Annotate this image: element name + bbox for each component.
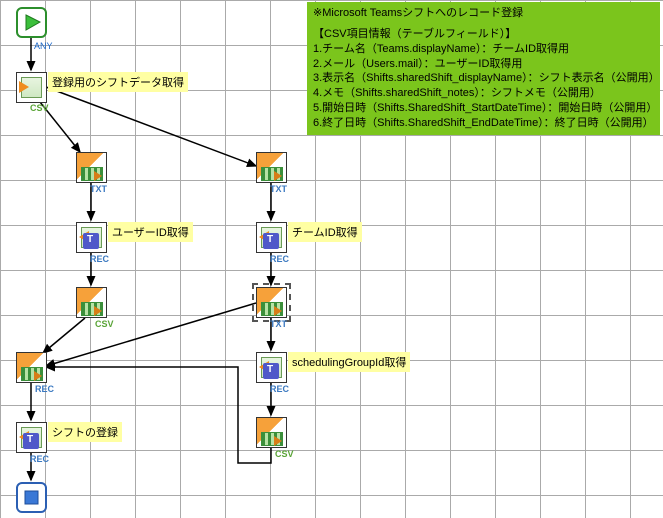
info-subtitle: 【CSV項目情報（テーブルフィールド）】 xyxy=(313,27,654,42)
get-team-id-node[interactable] xyxy=(256,222,287,253)
get-team-id-label: チームID取得 xyxy=(288,222,362,242)
get-user-id-node[interactable] xyxy=(76,222,107,253)
output-arrow-icon xyxy=(19,81,31,93)
format-label-rec: REC xyxy=(35,384,54,394)
teams-icon xyxy=(263,233,279,249)
start-node[interactable] xyxy=(16,7,47,38)
read-shift-data-label: 登録用のシフトデータ取得 xyxy=(48,72,188,92)
format-label-rec: REC xyxy=(30,454,49,464)
teams-icon xyxy=(83,233,99,249)
info-line: 2.メール（Users.mail）：ユーザーID取得用 xyxy=(313,57,654,72)
format-label-csv: CSV xyxy=(95,319,114,329)
format-label-txt: TXT xyxy=(270,184,287,194)
transform-node[interactable] xyxy=(76,287,107,318)
format-label-rec: REC xyxy=(90,254,109,264)
get-user-id-label: ユーザーID取得 xyxy=(108,222,193,242)
format-label-rec: REC xyxy=(270,254,289,264)
transform-node[interactable] xyxy=(256,417,287,448)
format-label-csv: CSV xyxy=(275,449,294,459)
format-label-rec: REC xyxy=(270,384,289,394)
end-node[interactable] xyxy=(16,482,47,513)
flow-canvas[interactable]: ※Microsoft Teamsシフトへのレコード登録 【CSV項目情報（テーブ… xyxy=(0,0,663,518)
get-scheduling-group-label: schedulingGroupId取得 xyxy=(288,352,410,372)
teams-icon xyxy=(263,363,279,379)
teams-icon xyxy=(23,433,39,449)
info-line: 5.開始日時（Shifts.SharedShift_StartDateTime）… xyxy=(313,101,654,116)
stop-icon xyxy=(16,482,47,513)
play-icon xyxy=(16,7,47,38)
format-label-csv: CSV xyxy=(30,103,49,113)
info-line: 1.チーム名（Teams.displayName）：チームID取得用 xyxy=(313,42,654,57)
transform-node[interactable] xyxy=(76,152,107,183)
info-line: 6.終了日時（Shifts.SharedShift_EndDateTime）：終… xyxy=(313,116,654,131)
register-shift-node[interactable] xyxy=(16,422,47,453)
info-line: 3.表示名（Shifts.sharedShift_displayName）：シフ… xyxy=(313,71,654,86)
transform-node[interactable] xyxy=(256,152,287,183)
info-note: ※Microsoft Teamsシフトへのレコード登録 【CSV項目情報（テーブ… xyxy=(307,2,660,135)
start-port-label: ANY xyxy=(34,41,53,51)
format-label-txt: TXT xyxy=(270,319,287,329)
merge-node[interactable] xyxy=(16,352,47,383)
transform-node-selected[interactable] xyxy=(256,287,287,318)
format-label-txt: TXT xyxy=(90,184,107,194)
get-scheduling-group-node[interactable] xyxy=(256,352,287,383)
info-title: ※Microsoft Teamsシフトへのレコード登録 xyxy=(313,6,654,21)
info-line: 4.メモ（Shifts.sharedShift_notes）：シフトメモ（公開用… xyxy=(313,86,654,101)
register-shift-label: シフトの登録 xyxy=(48,422,122,442)
read-shift-data-node[interactable] xyxy=(16,72,47,103)
